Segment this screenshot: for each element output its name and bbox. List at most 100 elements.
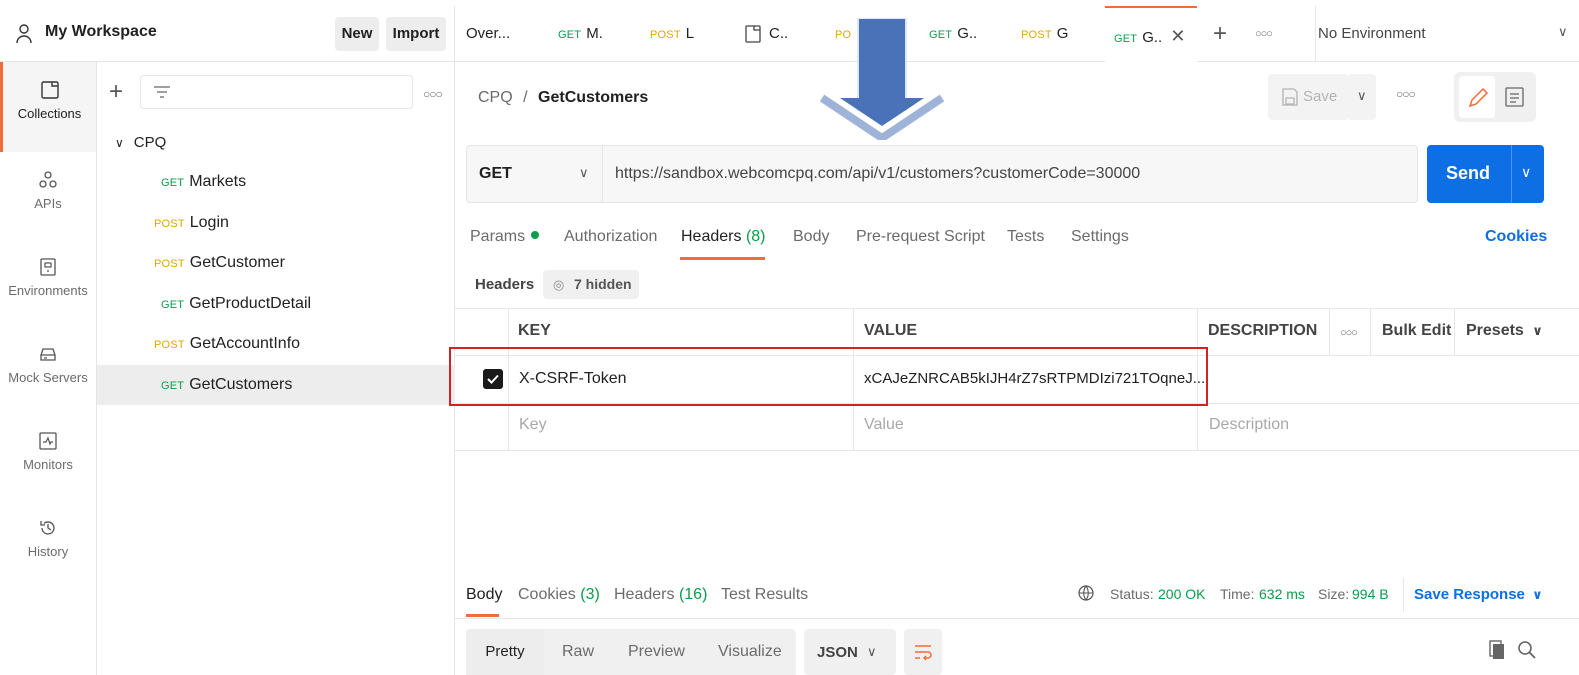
save-dropdown[interactable]: ∨ — [1349, 74, 1376, 120]
nav-apis[interactable]: APIs — [0, 170, 96, 211]
left-nav: Collections APIs Environments Mock Serve… — [0, 62, 97, 675]
wrap-lines-icon[interactable] — [904, 629, 942, 675]
save-button[interactable]: Save — [1268, 74, 1349, 120]
edit-pencil-icon[interactable] — [1459, 76, 1495, 118]
chevron-down-icon: ∨ — [115, 136, 124, 150]
view-tab-preview[interactable]: Preview — [628, 643, 685, 661]
tab-prerequest-script[interactable]: Pre-request Script — [856, 228, 985, 246]
new-value-placeholder[interactable]: Value — [864, 416, 904, 434]
size-label: Size: — [1318, 586, 1350, 602]
method-badge: POST — [650, 29, 681, 41]
tab-get-m[interactable]: GET M. — [558, 6, 603, 62]
sidebar-request-login[interactable]: POST Login — [97, 203, 455, 243]
workspace-title[interactable]: My Workspace — [45, 23, 157, 41]
response-tab-cookies[interactable]: Cookies (3) — [518, 586, 600, 604]
nav-label: Mock Servers — [8, 370, 88, 385]
globe-network-icon[interactable] — [1077, 584, 1097, 604]
request-name: GetAccountInfo — [189, 335, 301, 352]
more-options-icon[interactable]: ○○○ — [423, 87, 443, 101]
tab-label: G.. — [957, 25, 978, 42]
url-input[interactable]: https://sandbox.webcomcpq.com/api/v1/cus… — [615, 165, 1140, 183]
method-badge: GET — [558, 29, 582, 41]
new-key-placeholder[interactable]: Key — [519, 416, 547, 434]
nav-collections[interactable]: Collections — [0, 62, 96, 152]
more-actions-icon[interactable]: ○○○ — [1396, 87, 1416, 101]
chevron-down-icon: ∨ — [1532, 587, 1543, 602]
status-value: 200 OK — [1158, 586, 1206, 602]
status-label: Status: — [1110, 586, 1154, 602]
tab-collection-c[interactable]: C.. — [745, 6, 788, 62]
copy-icon[interactable] — [1488, 640, 1506, 660]
breadcrumb-request-name[interactable]: GetCustomers — [538, 89, 648, 106]
sidebar-request-markets[interactable]: GET Markets — [97, 162, 455, 202]
method-select[interactable]: GET ∨ — [467, 146, 603, 202]
nav-mock-servers[interactable]: Mock Servers — [0, 344, 96, 385]
collection-cpq[interactable]: ∨ CPQ — [115, 134, 166, 151]
new-description-placeholder[interactable]: Description — [1209, 416, 1289, 434]
nav-monitors[interactable]: Monitors — [0, 431, 96, 472]
request-name: Markets — [189, 173, 247, 190]
tab-settings[interactable]: Settings — [1071, 228, 1129, 246]
sidebar-request-getcustomer[interactable]: POST GetCustomer — [97, 243, 455, 283]
view-tab-raw[interactable]: Raw — [562, 643, 594, 661]
monitors-icon — [38, 431, 58, 451]
tab-overview[interactable]: Over... — [466, 6, 510, 62]
status-divider — [1403, 578, 1404, 612]
cookies-link[interactable]: Cookies — [1485, 228, 1547, 246]
format-select[interactable]: JSON ∨ — [804, 629, 896, 675]
presets-label: Presets — [1466, 322, 1524, 339]
view-tab-pretty[interactable]: Pretty — [466, 629, 544, 675]
column-options-icon[interactable]: ○○○ — [1340, 327, 1358, 339]
annotation-down-arrow-icon — [820, 18, 944, 140]
tab-params[interactable]: Params — [470, 228, 540, 246]
close-icon[interactable]: ✕ — [1170, 26, 1185, 46]
tab-body[interactable]: Body — [793, 228, 829, 246]
bulk-edit-button[interactable]: Bulk Edit — [1382, 322, 1451, 340]
apis-icon — [38, 170, 58, 190]
send-label: Send — [1446, 163, 1491, 183]
add-collection-plus-icon[interactable]: + — [109, 80, 123, 104]
nav-history[interactable]: History — [0, 518, 96, 559]
response-tab-test-results[interactable]: Test Results — [721, 586, 808, 604]
search-icon[interactable] — [1517, 640, 1537, 660]
save-response-button[interactable]: Save Response ∨ — [1414, 586, 1543, 603]
breadcrumb-collection[interactable]: CPQ — [478, 89, 513, 106]
nav-environments[interactable]: Environments — [0, 257, 96, 298]
chevron-down-icon[interactable]: ∨ — [1521, 164, 1531, 181]
headers-count: (8) — [745, 228, 766, 245]
tab-tests[interactable]: Tests — [1007, 228, 1044, 246]
sidebar-request-getproductdetail[interactable]: GET GetProductDetail — [97, 284, 455, 324]
nav-label: APIs — [34, 196, 62, 211]
nav-label: History — [27, 544, 69, 559]
chevron-down-icon: ∨ — [867, 644, 877, 659]
breadcrumb: CPQ / GetCustomers — [478, 89, 648, 107]
tab-post-g[interactable]: POST G — [1021, 6, 1068, 62]
tabs-more-icon[interactable]: ○○○ — [1255, 6, 1273, 62]
headers-section-title: Headers — [475, 276, 535, 293]
view-tab-visualize[interactable]: Visualize — [718, 643, 782, 661]
tab-get-getcustomers-active[interactable]: GET G.. ✕ — [1105, 6, 1197, 62]
response-tab-headers[interactable]: Headers (16) — [614, 586, 707, 604]
save-icon — [1281, 87, 1299, 107]
tab-headers[interactable]: Headers (8) — [681, 228, 766, 246]
sidebar-request-getaccountinfo[interactable]: POST GetAccountInfo — [97, 324, 455, 364]
environment-select[interactable]: No Environment ∨ — [1315, 6, 1579, 62]
hidden-headers-toggle[interactable]: ◎ 7 hidden — [543, 270, 639, 299]
size-value: 994 B — [1352, 586, 1389, 602]
send-button[interactable]: Send ∨ — [1427, 145, 1544, 203]
headers-count: (16) — [678, 586, 708, 603]
filter-input[interactable] — [140, 75, 413, 109]
tab-post-l[interactable]: POST L — [650, 6, 694, 62]
new-tab-plus-icon[interactable]: + — [1213, 6, 1227, 62]
chevron-down-icon: ∨ — [1558, 24, 1568, 39]
response-tab-body[interactable]: Body — [466, 586, 502, 604]
tab-authorization[interactable]: Authorization — [564, 228, 657, 246]
collections-sidebar: + ○○○ ∨ CPQ GET Markets POST Login POST GetC… — [97, 62, 455, 675]
comments-icon[interactable] — [1500, 76, 1530, 118]
new-button[interactable]: New — [335, 17, 379, 51]
sidebar-request-getcustomers[interactable]: GET GetCustomers — [97, 365, 455, 405]
request-name: GetProductDetail — [189, 295, 312, 312]
import-button[interactable]: Import — [386, 17, 446, 51]
tab-label: L — [685, 25, 695, 42]
presets-dropdown[interactable]: Presets ∨ — [1466, 322, 1543, 340]
